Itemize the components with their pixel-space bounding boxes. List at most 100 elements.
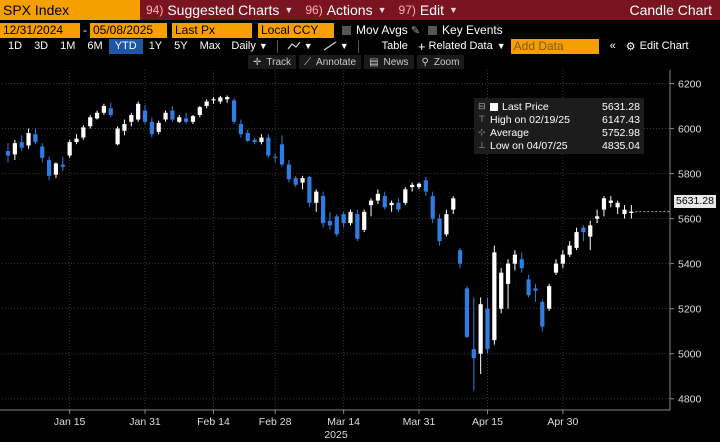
candle bbox=[108, 102, 113, 118]
currency-select[interactable]: Local CCY bbox=[258, 22, 334, 38]
candle-body bbox=[458, 250, 463, 264]
candle-body bbox=[163, 112, 168, 120]
candle-body bbox=[601, 198, 607, 210]
candle-body bbox=[12, 143, 17, 155]
legend-average: ⊹ Average 5752.98 bbox=[478, 126, 640, 139]
period-max[interactable]: Max bbox=[194, 39, 227, 54]
candle bbox=[423, 176, 428, 197]
candle bbox=[273, 153, 278, 163]
candle-body bbox=[368, 200, 374, 206]
candle bbox=[608, 196, 613, 208]
candle-body bbox=[266, 137, 271, 156]
period-6m[interactable]: 6M bbox=[81, 39, 108, 54]
period-3d[interactable]: 3D bbox=[28, 39, 54, 54]
end-date-input[interactable]: 05/08/2025 bbox=[90, 22, 167, 38]
collapse-button[interactable]: « bbox=[605, 39, 621, 54]
track-label: Track bbox=[266, 56, 292, 68]
candle-body bbox=[259, 137, 264, 143]
candle bbox=[533, 283, 538, 302]
zoom-tool[interactable]: ⚲ Zoom bbox=[416, 55, 465, 69]
line-chart-type-button[interactable]: ▼ bbox=[282, 39, 318, 54]
settings-bar: 12/31/2024 - 05/08/2025 Last Px Local CC… bbox=[0, 22, 720, 38]
candle-body bbox=[567, 245, 572, 255]
candle-body bbox=[595, 216, 600, 219]
square-outline-icon: ⊟ bbox=[478, 101, 486, 111]
candle-body bbox=[382, 196, 387, 208]
candle-body bbox=[108, 108, 113, 116]
plus-icon: + bbox=[417, 38, 426, 54]
x-tick-label: Mar 14 bbox=[327, 416, 360, 428]
add-data-input[interactable]: Add Data bbox=[510, 38, 599, 54]
candle-body bbox=[608, 200, 613, 203]
period-1m[interactable]: 1M bbox=[54, 39, 81, 54]
candle bbox=[156, 120, 161, 135]
candle bbox=[622, 205, 627, 219]
candle-body bbox=[437, 218, 442, 242]
candle-body bbox=[19, 142, 24, 148]
ticker-field[interactable]: SPX Index bbox=[0, 0, 140, 20]
edit-chart-button[interactable]: ⚙ Edit Chart bbox=[621, 39, 694, 54]
draw-tool-button[interactable]: ▼ bbox=[318, 39, 354, 54]
candle-body bbox=[177, 117, 182, 122]
candle bbox=[163, 110, 168, 122]
candle-body bbox=[526, 279, 531, 296]
annotate-tool[interactable]: ⟋ Annotate bbox=[299, 55, 362, 69]
suggested-charts-menu[interactable]: 94) Suggested Charts ▼ bbox=[140, 0, 299, 20]
price-legend[interactable]: ⊟ Last Price 5631.28 ⊤ High on 02/19/25 61… bbox=[474, 98, 644, 154]
pencil-icon[interactable]: ✎ bbox=[411, 24, 420, 37]
candle bbox=[540, 299, 545, 332]
candle-body bbox=[471, 349, 476, 359]
y-axis: 4800 5000 5200 5400 5600 5800 6000 6200 bbox=[669, 70, 702, 410]
legend-label: Average bbox=[490, 126, 529, 139]
x-tick-label: Feb 14 bbox=[197, 416, 230, 428]
candle bbox=[307, 175, 312, 208]
period-1d[interactable]: 1D bbox=[2, 39, 28, 54]
high-marker-icon: ⊤ bbox=[478, 114, 486, 124]
candle bbox=[355, 209, 360, 242]
related-data-button[interactable]: + Related Data ▼ bbox=[413, 39, 511, 54]
candle-body bbox=[101, 106, 106, 113]
candle-body bbox=[156, 122, 161, 132]
candle bbox=[526, 274, 531, 298]
start-date-input[interactable]: 12/31/2024 bbox=[0, 22, 80, 38]
candle-body bbox=[184, 118, 189, 122]
candle bbox=[177, 115, 182, 123]
news-tool[interactable]: ▤ News bbox=[364, 55, 414, 69]
candle bbox=[471, 297, 476, 391]
legend-low: ⊥ Low on 04/07/25 4835.04 bbox=[478, 139, 640, 152]
period-ytd[interactable]: YTD bbox=[108, 38, 143, 54]
legend-last-price: ⊟ Last Price 5631.28 bbox=[478, 100, 640, 113]
white-square-icon bbox=[490, 102, 498, 111]
frequency-dropdown[interactable]: Daily ▼ bbox=[226, 39, 272, 54]
period-5y[interactable]: 5Y bbox=[168, 39, 193, 54]
key-events-checkbox[interactable] bbox=[428, 25, 438, 35]
candle bbox=[375, 189, 380, 204]
candle bbox=[519, 252, 524, 273]
candle bbox=[451, 196, 456, 215]
candle-body bbox=[307, 176, 312, 203]
mov-avgs-checkbox[interactable] bbox=[342, 25, 351, 35]
related-data-label: Related Data bbox=[428, 40, 493, 52]
candle-body bbox=[60, 164, 65, 167]
candle-body bbox=[629, 211, 634, 213]
candle-body bbox=[396, 202, 401, 210]
table-button[interactable]: Table bbox=[377, 39, 413, 54]
candle-body bbox=[560, 254, 565, 264]
menu-number: 97) bbox=[398, 3, 416, 17]
menu-number: 94) bbox=[146, 3, 164, 17]
field-select[interactable]: Last Px bbox=[172, 22, 252, 38]
candle bbox=[403, 187, 408, 206]
period-1y[interactable]: 1Y bbox=[143, 39, 168, 54]
candle bbox=[204, 99, 209, 109]
candle bbox=[595, 209, 600, 224]
candle-body bbox=[300, 178, 305, 183]
candle bbox=[430, 191, 435, 224]
candle-body bbox=[122, 124, 127, 131]
candle bbox=[149, 117, 154, 138]
candle-body bbox=[47, 160, 52, 176]
track-tool[interactable]: ✛ Track bbox=[248, 55, 297, 69]
candle-body bbox=[485, 308, 490, 350]
candle bbox=[492, 245, 497, 345]
actions-menu[interactable]: 96) Actions ▼ bbox=[299, 0, 392, 20]
edit-menu[interactable]: 97) Edit ▼ bbox=[393, 0, 464, 20]
